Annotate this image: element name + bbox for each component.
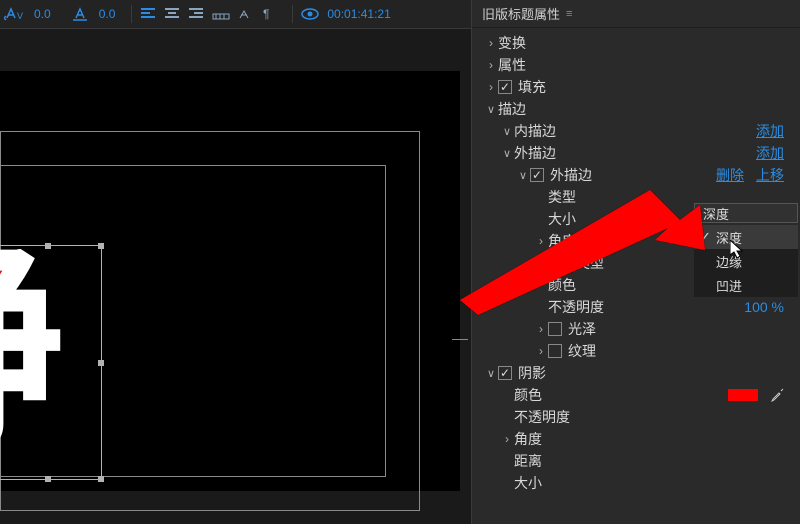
- kerning-icon[interactable]: V: [4, 3, 26, 25]
- timecode-value[interactable]: 00:01:41:21: [327, 3, 390, 25]
- midline-tick: [452, 339, 468, 340]
- timecode-eye-icon[interactable]: [301, 3, 319, 25]
- group-attributes[interactable]: 属性: [472, 54, 800, 76]
- cursor-icon: [730, 240, 746, 260]
- canvas-pane: V 0.0 0.0 ¶: [0, 0, 472, 524]
- align-left-icon[interactable]: [140, 3, 156, 25]
- panel-header[interactable]: 旧版标题属性 ≡: [472, 0, 800, 28]
- stroke-opacity-value[interactable]: 100 %: [744, 299, 784, 315]
- properties-panel: 旧版标题属性 ≡ 变换 属性 ✓填充 描边 内描边 添加 外描边 添加 ✓外描边…: [472, 0, 800, 524]
- outer-stroke-item[interactable]: ✓外描边 删除上移: [472, 164, 800, 186]
- stroke-type-select[interactable]: 深度: [694, 203, 798, 223]
- panel-title: 旧版标题属性: [482, 4, 560, 23]
- shadow-opacity-row[interactable]: 不透明度: [472, 406, 800, 428]
- tracking-icon[interactable]: [69, 3, 91, 25]
- kerning-value[interactable]: 0.0: [34, 3, 51, 25]
- outer-stroke-row[interactable]: 外描边 添加: [472, 142, 800, 164]
- toolbar: V 0.0 0.0 ¶: [0, 0, 471, 29]
- outer-stroke-delete[interactable]: 删除: [716, 165, 744, 185]
- selection-box[interactable]: [0, 245, 102, 480]
- inner-stroke-add[interactable]: 添加: [756, 121, 784, 141]
- outer-stroke-add[interactable]: 添加: [756, 143, 784, 163]
- stroke-gloss-row[interactable]: ✓光泽: [472, 318, 800, 340]
- shadow-color-swatch[interactable]: [728, 389, 758, 401]
- panel-menu-icon[interactable]: ≡: [566, 8, 572, 20]
- inner-stroke-row[interactable]: 内描边 添加: [472, 120, 800, 142]
- shadow-angle-row[interactable]: 角度: [472, 428, 800, 450]
- show-video-icon[interactable]: [238, 3, 254, 25]
- stroke-type-dropdown: ✓深度 边缘 凹进: [694, 225, 798, 297]
- fill-checkbox[interactable]: ✓: [498, 80, 512, 94]
- outerstroke-checkbox[interactable]: ✓: [530, 168, 544, 182]
- dropdown-option-edge[interactable]: 边缘: [694, 249, 798, 273]
- group-stroke[interactable]: 描边: [472, 98, 800, 120]
- divider: [292, 5, 293, 23]
- group-transform[interactable]: 变换: [472, 32, 800, 54]
- group-fill[interactable]: ✓填充: [472, 76, 800, 98]
- outer-stroke-moveup[interactable]: 上移: [756, 165, 784, 185]
- divider: [131, 5, 132, 23]
- tracking-value[interactable]: 0.0: [99, 3, 116, 25]
- stroke-opacity-row[interactable]: 不透明度 100 %: [472, 296, 800, 318]
- stroke-texture-row[interactable]: ✓纹理: [472, 340, 800, 362]
- gloss-checkbox[interactable]: ✓: [548, 322, 562, 336]
- align-center-icon[interactable]: [164, 3, 180, 25]
- shadow-checkbox[interactable]: ✓: [498, 366, 512, 380]
- svg-text:¶: ¶: [263, 7, 269, 21]
- tab-ruler-icon[interactable]: [212, 3, 230, 25]
- shadow-size-row[interactable]: 大小: [472, 472, 800, 494]
- dropdown-option-indent[interactable]: 凹进: [694, 273, 798, 297]
- dropdown-option-depth[interactable]: ✓深度: [694, 225, 798, 249]
- svg-text:V: V: [17, 11, 23, 21]
- shadow-color-row[interactable]: 颜色: [472, 384, 800, 406]
- texture-checkbox[interactable]: ✓: [548, 344, 562, 358]
- group-shadow[interactable]: ✓阴影: [472, 362, 800, 384]
- title-canvas[interactable]: 静: [0, 71, 460, 491]
- eyedropper-icon[interactable]: [770, 388, 784, 402]
- align-right-icon[interactable]: [188, 3, 204, 25]
- shadow-distance-row[interactable]: 距离: [472, 450, 800, 472]
- toggle-pilcrow-icon[interactable]: ¶: [262, 3, 276, 25]
